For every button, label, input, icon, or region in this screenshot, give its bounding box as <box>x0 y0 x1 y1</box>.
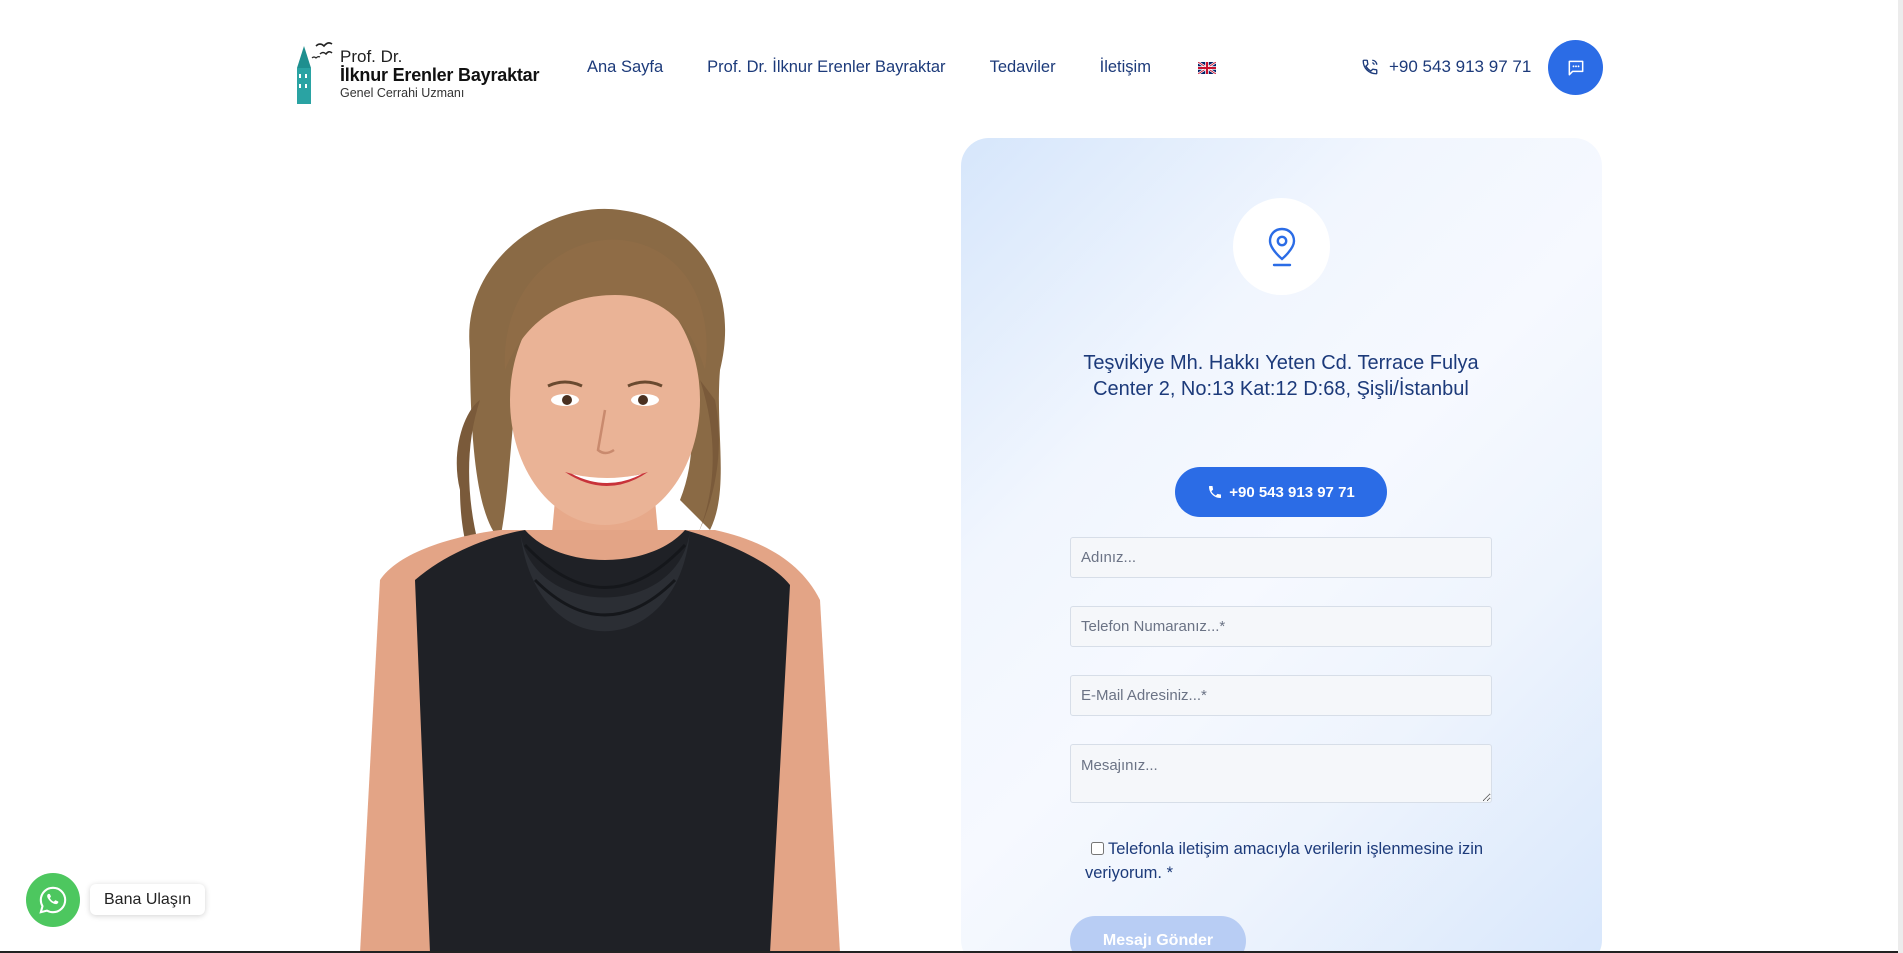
consent-label: Telefonla iletişim amacıyla verilerin iş… <box>1085 837 1495 885</box>
logo-tagline: Genel Cerrahi Uzmanı <box>340 86 465 100</box>
call-button-label: +90 543 913 97 71 <box>1229 483 1355 501</box>
clinic-address: Teşvikiye Mh. Hakkı Yeten Cd. Terrace Fu… <box>1083 352 1479 400</box>
nav-item-home[interactable]: Ana Sayfa <box>587 58 663 77</box>
doctor-portrait-photo <box>360 208 840 953</box>
email-input[interactable] <box>1070 675 1492 716</box>
phone-input[interactable] <box>1070 606 1492 647</box>
consent-checkbox[interactable] <box>1091 842 1104 855</box>
contact-card: Teşvikiye Mh. Hakkı Yeten Cd. Terrace Fu… <box>961 138 1602 953</box>
main-nav: Ana Sayfa Prof. Dr. İlknur Erenler Bayra… <box>587 58 1216 77</box>
chat-button[interactable] <box>1548 40 1603 95</box>
submit-button[interactable]: Mesajı Gönder <box>1070 916 1246 953</box>
nav-item-contact[interactable]: İletişim <box>1100 58 1151 77</box>
name-input[interactable] <box>1070 537 1492 578</box>
message-textarea[interactable] <box>1070 744 1492 803</box>
logo-title-prefix: Prof. Dr. <box>340 47 403 66</box>
nav-item-treatments[interactable]: Tedaviler <box>990 58 1056 77</box>
chat-bubble-icon <box>1568 60 1583 75</box>
logo-name: İlknur Erenler Bayraktar <box>340 65 540 85</box>
phone-icon <box>1209 486 1222 498</box>
scrollbar-track[interactable] <box>1898 0 1903 953</box>
consent-text: Telefonla iletişim amacıyla verilerin iş… <box>1085 840 1484 882</box>
map-pin-icon <box>1268 227 1295 266</box>
whatsapp-icon <box>39 886 67 914</box>
phone-ringing-icon <box>1362 59 1378 75</box>
whatsapp-button[interactable] <box>26 873 80 927</box>
uk-flag-icon[interactable] <box>1197 61 1216 74</box>
header-phone-number: +90 543 913 97 71 <box>1389 57 1532 76</box>
location-badge <box>1233 198 1330 295</box>
call-button[interactable]: +90 543 913 97 71 <box>1175 467 1387 517</box>
nav-item-about[interactable]: Prof. Dr. İlknur Erenler Bayraktar <box>707 58 945 77</box>
site-logo[interactable]: Prof. Dr. İlknur Erenler Bayraktar Genel… <box>294 38 544 104</box>
whatsapp-label[interactable]: Bana Ulaşın <box>90 884 206 915</box>
site-header: Prof. Dr. İlknur Erenler Bayraktar Genel… <box>0 0 1903 135</box>
header-phone-link[interactable]: +90 543 913 97 71 <box>1361 57 1531 77</box>
galata-tower-logo-icon <box>297 42 333 104</box>
